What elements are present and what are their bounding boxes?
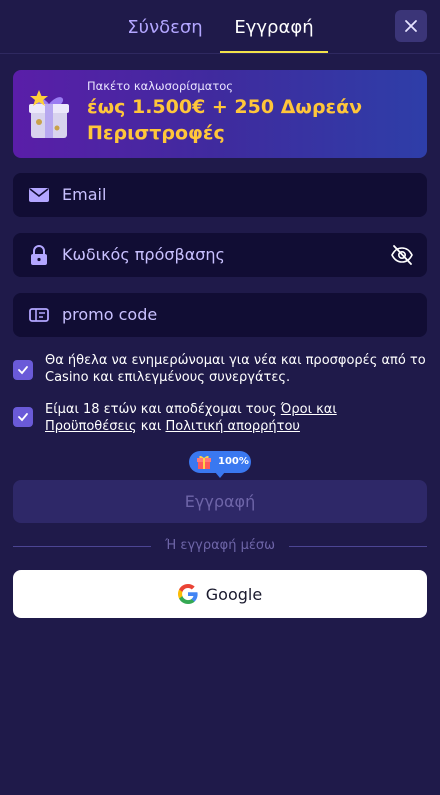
hide-password-icon[interactable]	[391, 244, 413, 266]
promo-code-placeholder: promo code	[62, 305, 158, 324]
newsletter-checkbox[interactable]	[13, 360, 33, 380]
banner-headline-suffix: Δωρεάν	[274, 96, 363, 118]
terms-middle: και	[136, 419, 166, 434]
promo-code-field[interactable]: promo code	[13, 293, 427, 337]
close-button[interactable]	[395, 10, 427, 42]
banner-headline: έως 1.500€ + 250 Δωρεάν	[87, 96, 362, 118]
checkmark-icon	[18, 366, 28, 375]
divider-line-left	[13, 546, 151, 547]
banner-subtitle: Πακέτο καλωσορίσματος	[87, 79, 234, 93]
register-submit-button[interactable]: Εγγραφή	[13, 480, 427, 523]
auth-header: Σύνδεση Εγγραφή	[0, 0, 440, 54]
terms-consent-text: Είμαι 18 ετών και αποδέχομαι τους Όροι κ…	[45, 401, 427, 435]
terms-checkbox[interactable]	[13, 407, 33, 427]
divider-line-right	[289, 546, 427, 547]
badge-pointer	[215, 472, 225, 478]
gift-box-icon	[29, 90, 69, 138]
password-placeholder: Κωδικός πρόσβασης	[62, 245, 225, 264]
terms-prefix: Είμαι 18 ετών και αποδέχομαι τους	[45, 402, 281, 417]
google-signup-button[interactable]: Google	[13, 570, 427, 618]
banner-headline-prefix: έως	[87, 96, 132, 118]
completion-percent: 100%	[218, 456, 249, 467]
lock-icon	[31, 245, 47, 265]
gift-icon	[197, 455, 211, 469]
privacy-policy-link[interactable]: Πολιτική απορρήτου	[165, 419, 299, 434]
newsletter-consent-text: Θα ήθελα να ενημερώνομαι για νέα και προ…	[45, 353, 426, 385]
email-placeholder: Email	[62, 185, 107, 204]
envelope-icon	[29, 188, 49, 202]
tab-register[interactable]: Εγγραφή	[220, 0, 328, 54]
google-button-label: Google	[205, 584, 263, 604]
welcome-bonus-banner[interactable]: Πακέτο καλωσορίσματος έως 1.500€ + 250 Δ…	[13, 70, 427, 158]
email-field[interactable]: Email	[13, 173, 427, 217]
password-field[interactable]: Κωδικός πρόσβασης	[13, 233, 427, 277]
google-icon	[177, 584, 198, 604]
checkmark-icon	[18, 413, 28, 422]
ticket-icon	[29, 308, 49, 322]
divider-text: Ή εγγραφή μέσω	[164, 538, 276, 553]
tab-login[interactable]: Σύνδεση	[110, 0, 220, 54]
completion-badge: 100%	[189, 451, 251, 473]
banner-headline-line2: Περιστροφές	[87, 122, 225, 144]
close-icon	[405, 20, 417, 32]
active-tab-indicator	[220, 51, 328, 53]
banner-headline-amount: 1.500€ + 250	[131, 96, 275, 118]
